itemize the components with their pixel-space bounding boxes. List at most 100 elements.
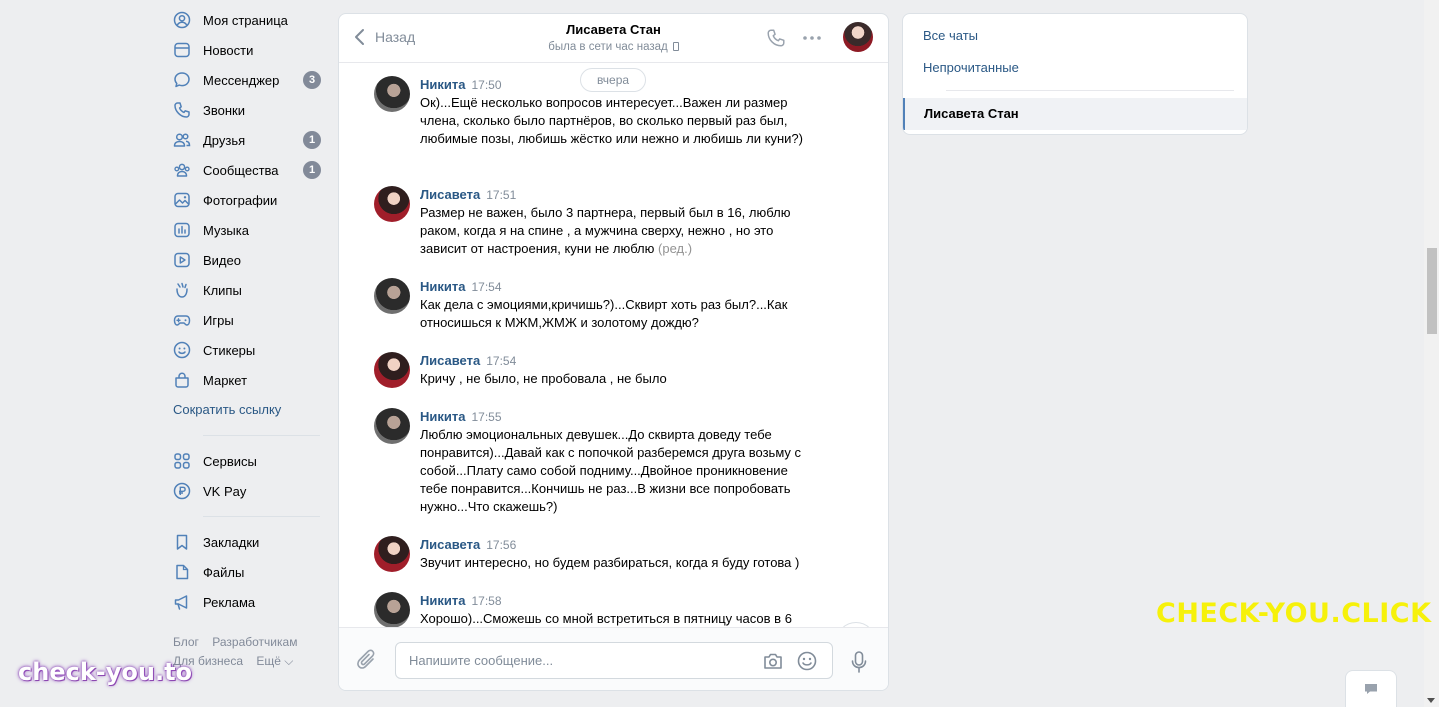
counter-badge: 1 bbox=[303, 161, 321, 179]
message-time[interactable]: 17:54 bbox=[486, 354, 516, 368]
scroll-arrow-down-icon[interactable] bbox=[1427, 698, 1435, 703]
nav-item-vkpay[interactable]: VK Pay bbox=[165, 476, 325, 506]
message-author[interactable]: Никита bbox=[420, 77, 465, 92]
nav-item-friends[interactable]: Друзья 1 bbox=[165, 125, 325, 155]
phone-icon[interactable] bbox=[765, 27, 787, 49]
footer-more-link[interactable]: Ещё ⌵ bbox=[256, 654, 293, 668]
message-meta: Никита 17:58 bbox=[420, 592, 502, 610]
bookmark-icon bbox=[173, 533, 191, 551]
nav-item-label: Музыка bbox=[203, 222, 249, 238]
message-text: Кричу , не было, не пробовала , не было bbox=[420, 370, 812, 388]
message-body: Размер не важен, было 3 партнера, первый… bbox=[420, 205, 791, 256]
message-author[interactable]: Никита bbox=[420, 279, 465, 294]
active-chat-item[interactable]: Лисавета Стан bbox=[903, 98, 1247, 130]
watermark-purple: check-you.to bbox=[18, 658, 193, 686]
message-time[interactable]: 17:58 bbox=[471, 594, 501, 608]
message-body: Люблю эмоциональных девушек...До сквирта… bbox=[420, 427, 802, 514]
author-avatar[interactable] bbox=[374, 352, 410, 388]
nav-item-bookmark[interactable]: Закладки bbox=[165, 527, 325, 557]
nav-item-ads[interactable]: Реклама bbox=[165, 587, 325, 617]
message-author[interactable]: Лисавета bbox=[420, 187, 480, 202]
message-time[interactable]: 17:51 bbox=[486, 188, 516, 202]
file-icon bbox=[173, 563, 191, 581]
message-author[interactable]: Лисавета bbox=[420, 353, 480, 368]
nav-item-label: Сервисы bbox=[203, 453, 257, 469]
author-avatar[interactable] bbox=[374, 76, 410, 112]
message-time[interactable]: 17:56 bbox=[486, 538, 516, 552]
nav-item-message[interactable]: Мессенджер 3 bbox=[165, 65, 325, 95]
nav-item-label: Клипы bbox=[203, 282, 242, 298]
message-time[interactable]: 17:50 bbox=[471, 78, 501, 92]
message-author[interactable]: Лисавета bbox=[420, 537, 480, 552]
nav-item-label: Файлы bbox=[203, 564, 245, 580]
author-avatar[interactable] bbox=[374, 278, 410, 314]
message-body: Ок)...Ещё несколько вопросов интересует.… bbox=[420, 95, 803, 146]
microphone-icon[interactable] bbox=[849, 650, 869, 674]
message-body: Как дела с эмоциями,кричишь?)...Сквирт х… bbox=[420, 297, 788, 330]
chat-filter-panel: Все чаты Непрочитанные Лисавета Стан bbox=[902, 13, 1248, 135]
scrollbar-thumb[interactable] bbox=[1427, 248, 1437, 334]
nav-item-clips[interactable]: Клипы bbox=[165, 275, 325, 305]
nav-item-label: Стикеры bbox=[203, 342, 256, 358]
nav-item-label: Фотографии bbox=[203, 192, 278, 208]
message-text: Размер не важен, было 3 партнера, первый… bbox=[420, 204, 812, 258]
message-author[interactable]: Никита bbox=[420, 409, 465, 424]
message-author[interactable]: Никита bbox=[420, 593, 465, 608]
peer-avatar[interactable] bbox=[843, 22, 873, 52]
vkpay-icon bbox=[173, 482, 191, 500]
footer-blog-link[interactable]: Блог bbox=[173, 635, 199, 649]
nav-item-market[interactable]: Маркет bbox=[165, 365, 325, 395]
nav-item-label: Сообщества bbox=[203, 162, 279, 178]
clips-icon bbox=[173, 281, 191, 299]
paperclip-icon[interactable] bbox=[356, 648, 378, 672]
watermark-yellow: CHECK-YOU.CLICK bbox=[1156, 598, 1432, 629]
more-icon[interactable] bbox=[801, 30, 823, 46]
phone-icon bbox=[173, 101, 191, 119]
message-icon bbox=[173, 71, 191, 89]
counter-badge: 3 bbox=[303, 71, 321, 89]
nav-item-video[interactable]: Видео bbox=[165, 245, 325, 275]
message-composer bbox=[339, 627, 888, 690]
smile-icon[interactable] bbox=[796, 650, 818, 672]
message-input-box bbox=[395, 642, 833, 679]
video-icon bbox=[173, 251, 191, 269]
chat-window: Назад Лисавета Стан была в сети час наза… bbox=[338, 13, 889, 691]
nav-item-services[interactable]: Сервисы bbox=[165, 446, 325, 476]
music-icon bbox=[173, 221, 191, 239]
nav-item-label: Реклама bbox=[203, 594, 256, 610]
nav-item-music[interactable]: Музыка bbox=[165, 215, 325, 245]
nav-item-file[interactable]: Файлы bbox=[165, 557, 325, 587]
shorten-link[interactable]: Сократить ссылку bbox=[165, 395, 325, 425]
message-time[interactable]: 17:54 bbox=[471, 280, 501, 294]
nav-item-label: Друзья bbox=[203, 132, 246, 148]
friends-icon bbox=[173, 131, 191, 149]
nav-item-label: Моя страница bbox=[203, 12, 288, 28]
camera-icon[interactable] bbox=[762, 651, 784, 671]
chat-header: Назад Лисавета Стан была в сети час наза… bbox=[339, 14, 888, 63]
message-time[interactable]: 17:55 bbox=[471, 410, 501, 424]
nav-item-photo[interactable]: Фотографии bbox=[165, 185, 325, 215]
message-history[interactable]: вчера Никита 17:50 Ок)...Ещё несколько воп… bbox=[339, 64, 888, 628]
nav-item-news[interactable]: Новости bbox=[165, 35, 325, 65]
day-separator: вчера bbox=[580, 68, 646, 92]
author-avatar[interactable] bbox=[374, 408, 410, 444]
message-text: Люблю эмоциональных девушек...До сквирта… bbox=[420, 426, 812, 516]
nav-item-gamepad[interactable]: Игры bbox=[165, 305, 325, 335]
news-icon bbox=[173, 41, 191, 59]
author-avatar[interactable] bbox=[374, 592, 410, 628]
chats-popup-button[interactable] bbox=[1345, 670, 1397, 707]
message-input[interactable] bbox=[396, 643, 736, 678]
all-chats-link[interactable]: Все чаты bbox=[923, 28, 978, 43]
nav-item-label: VK Pay bbox=[203, 483, 247, 499]
nav-item-user-circle[interactable]: Моя страница bbox=[165, 5, 325, 35]
nav-item-phone[interactable]: Звонки bbox=[165, 95, 325, 125]
message-text: Звучит интересно, но будем разбираться, … bbox=[420, 554, 812, 572]
nav-item-communities[interactable]: Сообщества 1 bbox=[165, 155, 325, 185]
author-avatar[interactable] bbox=[374, 186, 410, 222]
market-icon bbox=[173, 371, 191, 389]
footer-developers-link[interactable]: Разработчикам bbox=[212, 635, 297, 649]
author-avatar[interactable] bbox=[374, 536, 410, 572]
message-meta: Никита 17:50 bbox=[420, 76, 502, 94]
unread-chats-link[interactable]: Непрочитанные bbox=[923, 60, 1019, 75]
nav-item-sticker[interactable]: Стикеры bbox=[165, 335, 325, 365]
